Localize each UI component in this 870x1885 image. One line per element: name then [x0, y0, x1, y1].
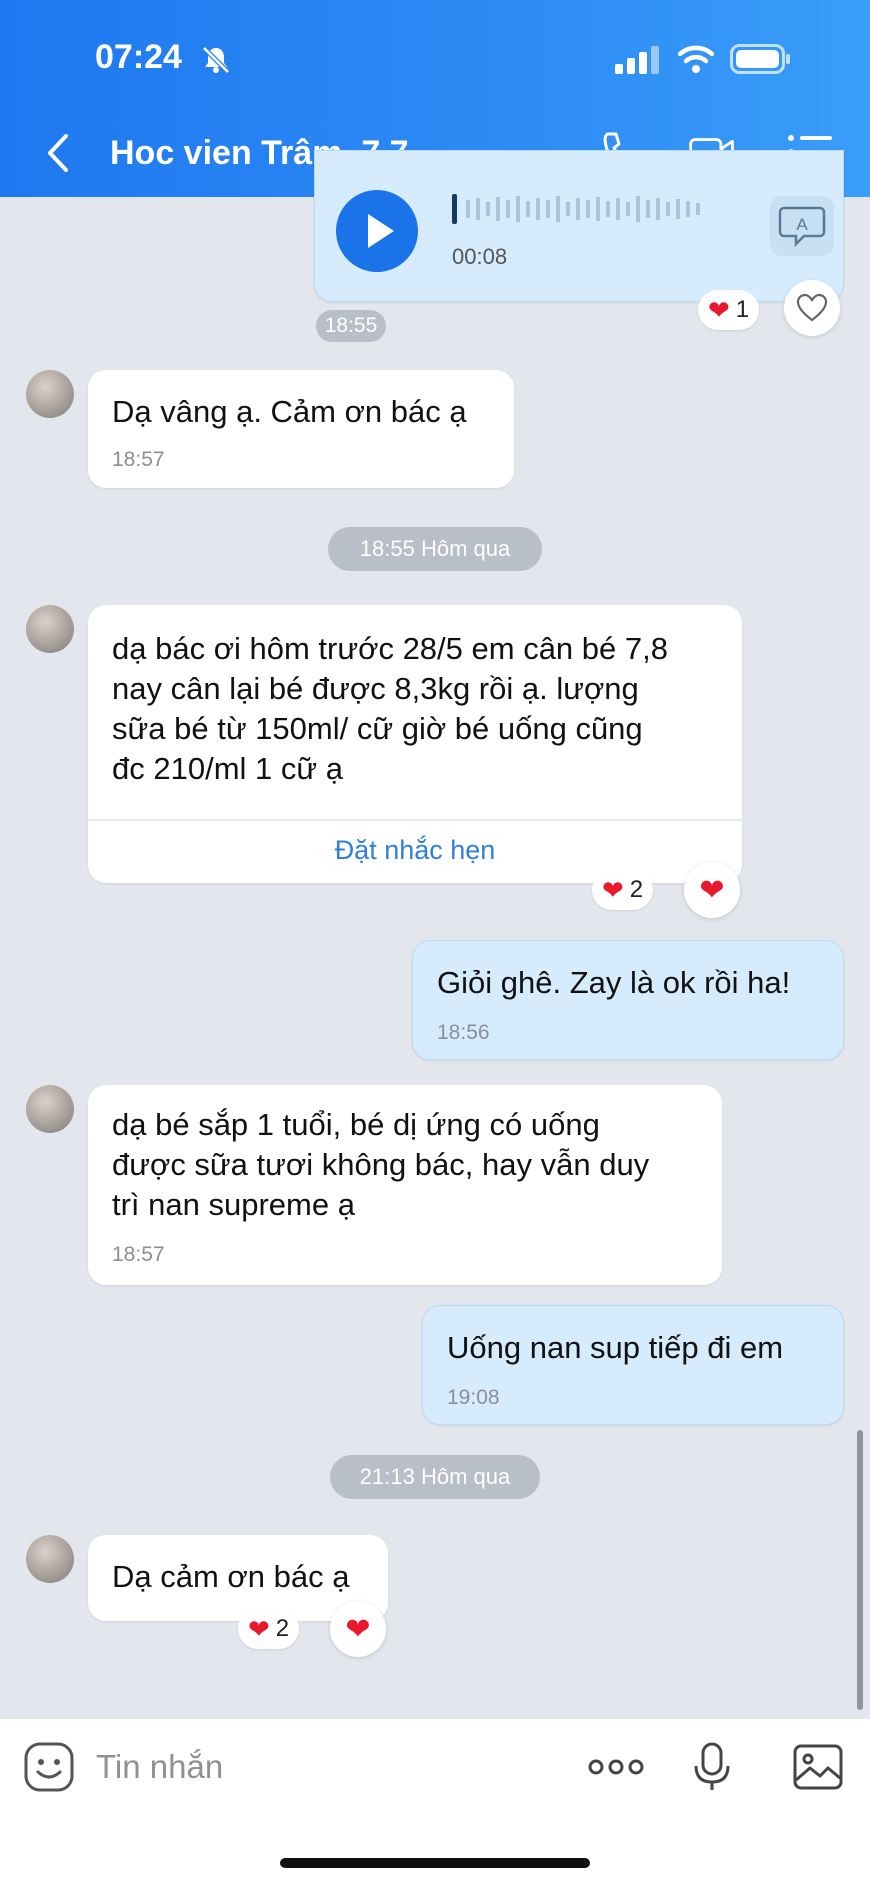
my-message-bubble[interactable]: Uống nan sup tiếp đi em 19:08	[422, 1305, 844, 1425]
microphone-icon[interactable]	[692, 1740, 732, 1794]
avatar	[26, 1535, 74, 1583]
message-time: 18:56	[437, 1021, 490, 1044]
play-icon	[368, 214, 394, 248]
reaction-count[interactable]: ❤ 2	[238, 1609, 300, 1649]
react-button[interactable]	[784, 280, 840, 336]
set-reminder-link[interactable]: Đặt nhắc hẹn	[88, 835, 742, 866]
message-bubble[interactable]: dạ bác ơi hôm trước 28/5 em cân bé 7,8 n…	[88, 605, 742, 883]
back-arrow-icon[interactable]	[40, 130, 76, 176]
message-text: Dạ vâng ạ. Cảm ơn bác ạ	[112, 394, 467, 429]
wifi-icon	[678, 45, 714, 73]
heart-icon: ❤	[602, 874, 624, 905]
reaction-count[interactable]: ❤ 2	[592, 870, 654, 910]
heart-icon: ❤	[248, 1613, 270, 1644]
reaction-count[interactable]: ❤ 1	[698, 290, 760, 330]
play-button[interactable]	[336, 190, 418, 272]
message-text: dạ bé sắp 1 tuổi, bé dị ứng có uống được…	[112, 1107, 650, 1222]
message-text: Uống nan sup tiếp đi em	[447, 1330, 784, 1365]
message-text: dạ bác ơi hôm trước 28/5 em cân bé 7,8 n…	[112, 631, 668, 786]
heart-filled-icon: ❤	[345, 1612, 371, 1646]
message-text: Giỏi ghê. Zay là ok rồi ha!	[437, 965, 791, 1000]
react-button[interactable]: ❤	[684, 862, 740, 918]
react-button[interactable]: ❤	[330, 1601, 386, 1657]
message-time: 18:57	[112, 1243, 165, 1266]
divider	[88, 819, 742, 821]
transcribe-button[interactable]: A	[770, 196, 834, 256]
battery-icon	[730, 44, 790, 74]
reaction-count-value: 2	[629, 876, 644, 903]
image-gallery-icon[interactable]	[792, 1740, 844, 1794]
audio-waveform	[452, 194, 700, 224]
speech-to-text-icon: A	[778, 206, 826, 248]
scrollbar[interactable]	[857, 1430, 863, 1710]
heart-outline-icon	[796, 293, 828, 322]
time-separator: 18:55	[316, 310, 386, 342]
my-message-bubble[interactable]: Giỏi ghê. Zay là ok rồi ha! 18:56	[412, 940, 844, 1060]
avatar	[26, 1085, 74, 1133]
message-text: Dạ cảm ơn bác ạ	[112, 1559, 350, 1594]
message-time: 18:57	[112, 448, 165, 471]
more-options-icon[interactable]	[586, 1740, 646, 1794]
avatar	[26, 605, 74, 653]
avatar	[26, 370, 74, 418]
date-separator: 21:13 Hôm qua	[330, 1455, 540, 1499]
sticker-emoji-icon[interactable]	[22, 1740, 76, 1794]
status-time: 07:24	[95, 38, 182, 76]
message-input[interactable]: Tin nhắn	[96, 1748, 223, 1786]
date-separator: 18:55 Hôm qua	[328, 527, 542, 571]
svg-text:A: A	[796, 215, 808, 234]
reaction-count-value: 2	[275, 1615, 290, 1642]
home-indicator	[280, 1858, 590, 1868]
reaction-count-value: 1	[735, 296, 750, 323]
cellular-signal-icon	[615, 46, 659, 74]
bell-muted-icon	[202, 46, 230, 74]
message-bubble[interactable]: dạ bé sắp 1 tuổi, bé dị ứng có uống được…	[88, 1085, 722, 1285]
voice-duration: 00:08	[452, 244, 508, 269]
message-time: 19:08	[447, 1386, 500, 1409]
heart-filled-icon: ❤	[699, 873, 725, 907]
heart-icon: ❤	[708, 294, 730, 325]
message-bubble[interactable]: Dạ vâng ạ. Cảm ơn bác ạ 18:57	[88, 370, 514, 488]
